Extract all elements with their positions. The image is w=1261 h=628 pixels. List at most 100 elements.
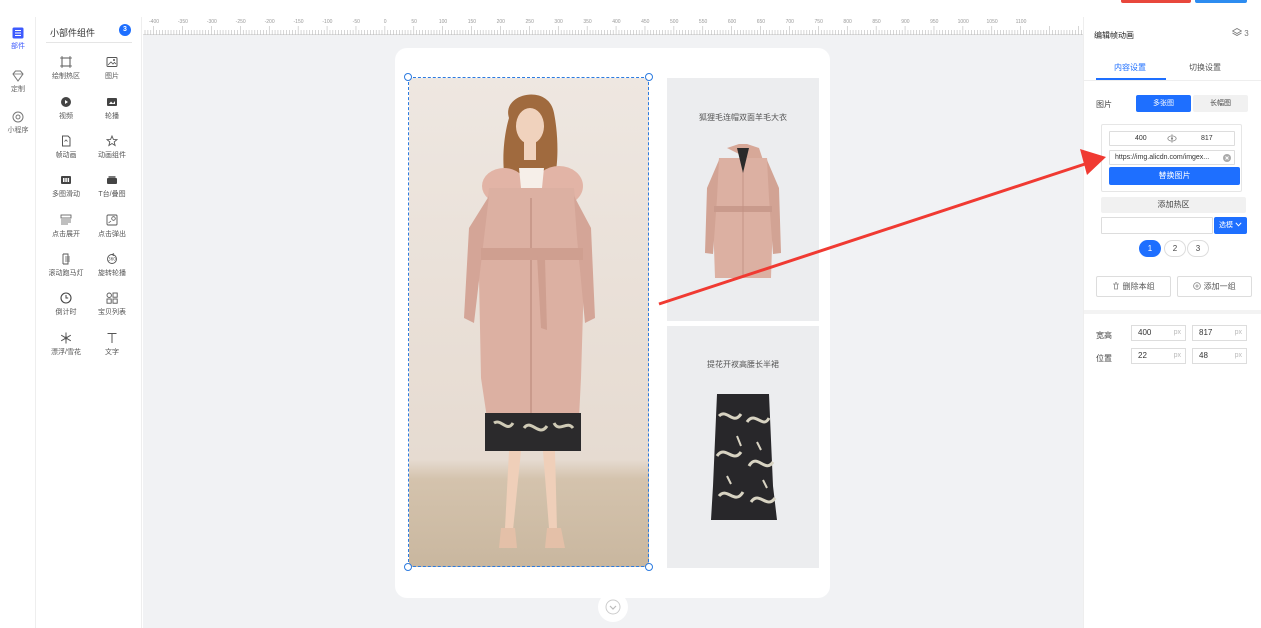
pos-y-value: 48 [1199,351,1208,360]
ruler-label: 300 [554,19,563,25]
widget-click-expand[interactable]: 点击展开 [42,214,90,239]
rail-item-custom[interactable]: 定制 [0,70,36,94]
image-url-input[interactable]: https://img.alicdn.com/imgex... [1109,150,1235,165]
widget-label: 动画组件 [98,152,126,159]
image-width-value[interactable]: 400 [1135,132,1147,145]
hotzone-select-input[interactable] [1101,217,1213,234]
image-url-text: https://img.alicdn.com/imgex... [1115,154,1210,161]
miniapp-icon [12,111,24,123]
list-icon [12,27,24,39]
add-hotzone-button[interactable]: 添加热区 [1101,197,1246,213]
properties-panel: 编辑帧动画 3 内容设置 切换设置 图片 多张图 长幅图 400 817 htt… [1083,17,1261,628]
page-button-2[interactable]: 2 [1164,240,1186,257]
widget-carousel[interactable]: 轮播 [88,96,136,121]
rail-item-miniapp[interactable]: 小程序 [0,111,36,135]
add-group-label: 添加一组 [1203,282,1236,291]
resize-handle-bottom-left[interactable] [404,563,412,571]
resize-handle-top-right[interactable] [645,73,653,81]
widget-click-popup[interactable]: 点击弹出 [88,214,136,239]
mobile-preview: 狐狸毛连帽双面羊毛大衣 提花开衩高腰长半裙 [395,48,830,598]
ruler-label: -400 [148,19,160,25]
ruler-label: 250 [525,19,534,25]
widget-runway-stack[interactable]: T台/叠图 [88,174,136,199]
widget-label: 文字 [105,349,119,356]
widget-label: 图片 [105,73,119,80]
widget-label: 滚动跑马灯 [48,270,84,277]
position-label: 位置 [1096,354,1112,363]
link-eye-icon[interactable] [1167,134,1177,143]
rail-item-components[interactable]: 部件 [0,27,36,51]
unit-label: px [1173,352,1181,359]
widget-rotate-carousel[interactable]: 360 旋转轮播 [88,253,136,278]
dimension-field: 400 817 [1109,131,1235,146]
ruler-label: 900 [901,19,910,25]
page-button-3[interactable]: 3 [1187,240,1209,257]
widget-image[interactable]: 图片 [88,56,136,81]
replace-image-button[interactable]: 替换图片 [1109,167,1240,185]
multi-image-slide-icon [61,176,71,184]
ruler-label: 800 [843,19,852,25]
resize-handle-top-left[interactable] [404,73,412,81]
ruler-label: 50 [411,19,417,25]
mode-long-image-button[interactable]: 长幅图 [1193,95,1248,112]
ruler-label: -300 [206,19,217,25]
select-button-label: 选模 [1219,222,1234,229]
add-icon [1193,282,1202,290]
coat-product-tile[interactable]: 狐狸毛连帽双面羊毛大衣 [667,78,819,321]
widget-product-list[interactable]: 宝贝列表 [88,292,136,317]
widget-label: 旋转轮播 [98,270,126,277]
layers-indicator[interactable]: 3 [1231,28,1249,38]
select-button[interactable]: 选模 [1214,217,1247,234]
delete-group-button[interactable]: 删除本组 [1096,276,1171,297]
pos-y-input[interactable]: 48 px [1192,348,1247,364]
chevron-down-icon [605,599,621,615]
unit-label: px [1173,329,1181,336]
scroll-down-button[interactable] [598,592,628,622]
coat-image [705,144,781,278]
widget-marquee[interactable]: 滚动跑马灯 [42,253,90,278]
unit-label: px [1234,352,1242,359]
frame-animation-icon [62,135,71,147]
widget-hotzone[interactable]: 绘制热区 [42,56,90,81]
ruler-label: 1000 [957,19,969,25]
pos-x-input[interactable]: 22 px [1131,348,1186,364]
top-action-button-red[interactable] [1121,0,1191,3]
tab-content-settings[interactable]: 内容设置 [1114,62,1146,73]
tab-switch-settings[interactable]: 切换设置 [1189,62,1221,73]
editor-canvas[interactable]: -400 -350 -300 -250 -200 -150 -100 -50 0 50 100 150… [143,17,1083,628]
horizontal-ruler: -400 -350 -300 -250 -200 -150 -100 -50 0 50 100 150… [143,17,1083,35]
runway-stack-icon [107,176,117,184]
click-expand-icon [60,214,72,225]
snowflake-icon [60,332,72,344]
mode-multi-image-button[interactable]: 多张图 [1136,95,1191,112]
width-input[interactable]: 400 px [1131,325,1186,341]
skirt-product-tile[interactable]: 提花开衩高腰长半裙 [667,326,819,568]
widget-animation-component[interactable]: 动画组件 [88,135,136,160]
rail-item-label: 部件 [11,43,25,50]
widget-label: 宝贝列表 [98,309,126,316]
image-height-value[interactable]: 817 [1201,132,1213,145]
widget-countdown[interactable]: 倒计时 [42,292,90,317]
widget-text[interactable]: 文字 [88,332,136,357]
widget-frame-animation[interactable]: 帧动画 [42,135,90,160]
page-button-1[interactable]: 1 [1139,240,1161,257]
widget-float-snow[interactable]: 漂浮/雪花 [42,332,90,357]
chevron-down-icon [1235,222,1242,227]
selection-box[interactable] [408,77,649,567]
widget-multi-image-slide[interactable]: 多图滑动 [42,174,90,199]
layers-count: 3 [1244,29,1249,38]
delete-group-label: 删除本组 [1122,282,1155,291]
widget-video[interactable]: 视频 [42,96,90,121]
height-input[interactable]: 817 px [1192,325,1247,341]
image-settings-card: 400 817 https://img.alicdn.com/imgex... … [1101,124,1242,192]
ruler-label: -350 [177,19,188,25]
delete-icon [1113,282,1120,290]
widget-label: 点击弹出 [98,231,126,238]
add-group-button[interactable]: 添加一组 [1177,276,1252,297]
top-action-button-blue[interactable] [1195,0,1247,3]
rail-item-label: 小程序 [7,127,29,134]
resize-handle-bottom-right[interactable] [645,563,653,571]
ruler-label: 150 [467,19,477,25]
svg-text:360: 360 [108,257,116,262]
clear-icon[interactable] [1223,154,1231,162]
